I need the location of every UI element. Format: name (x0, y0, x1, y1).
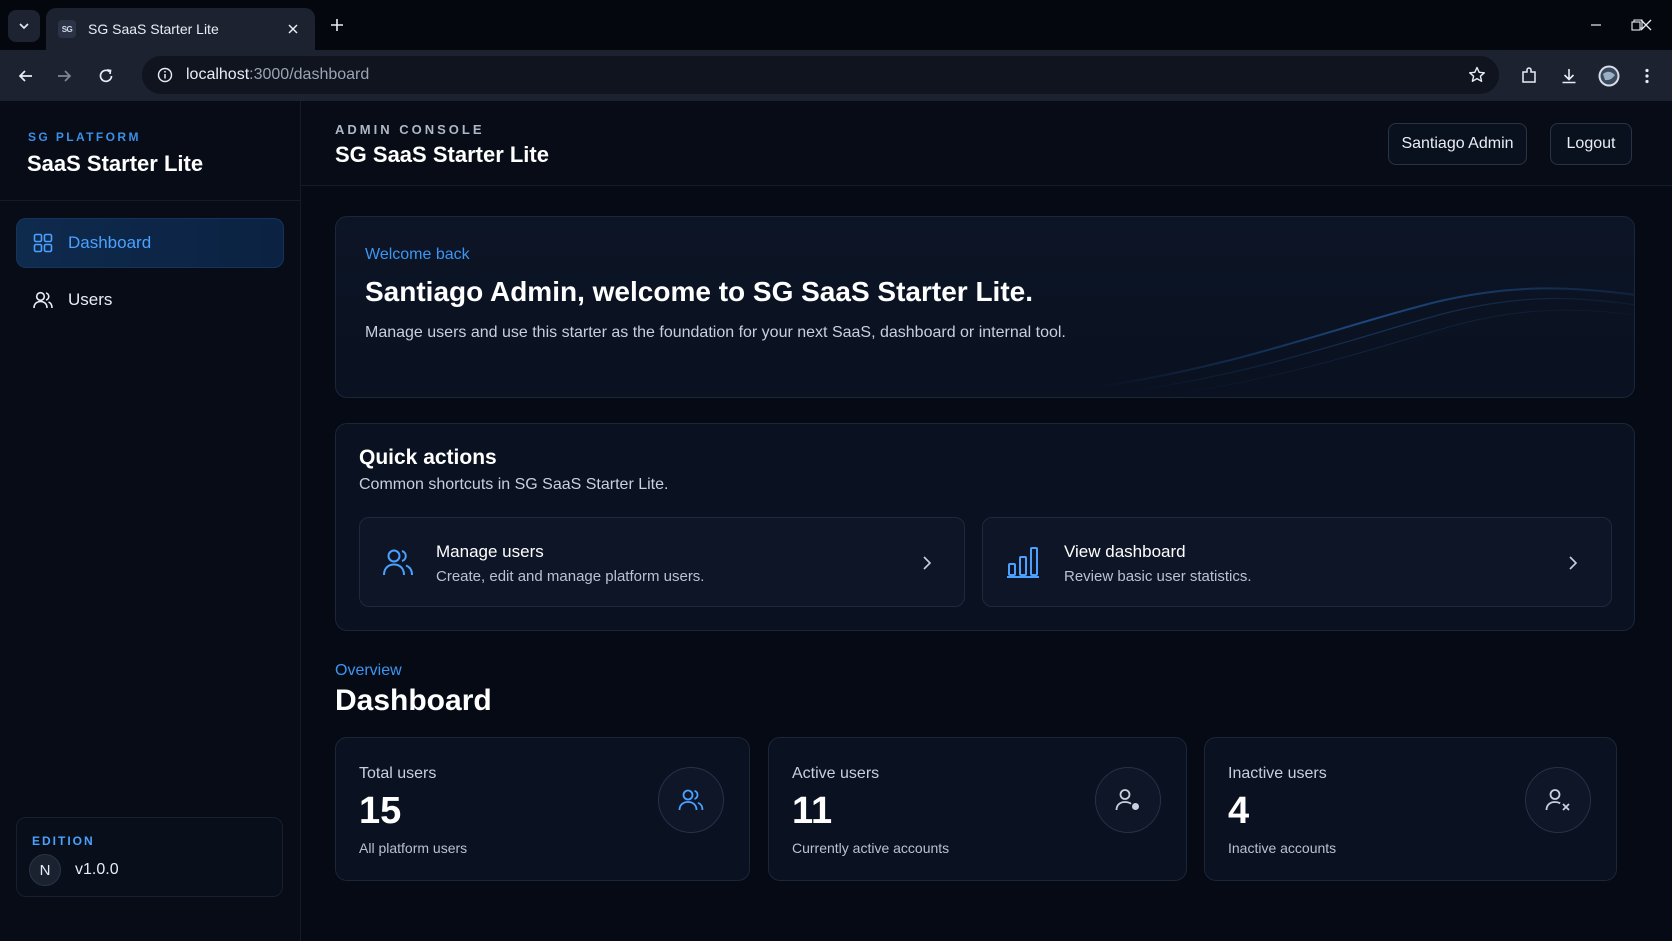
avatar: N (29, 854, 61, 886)
sidebar-item-dashboard[interactable]: Dashboard (16, 218, 284, 268)
users-icon (32, 289, 54, 311)
page-title: SG SaaS Starter Lite (335, 142, 549, 167)
quick-actions-title: Quick actions (359, 446, 497, 469)
welcome-title: Santiago Admin, welcome to SG SaaS Start… (365, 276, 1034, 307)
action-description: Create, edit and manage platform users. (436, 568, 705, 585)
overview-eyebrow: Overview (335, 662, 402, 679)
profile-avatar-button[interactable] (1596, 63, 1622, 89)
reload-button[interactable] (92, 62, 120, 90)
minimize-icon (1591, 24, 1601, 26)
stat-value: 11 (792, 790, 833, 832)
brand-name: SaaS Starter Lite (27, 151, 204, 176)
topbar-eyebrow: ADMIN CONSOLE (335, 122, 485, 137)
chevron-right-icon (1569, 556, 1578, 570)
stat-subtext: All platform users (359, 840, 468, 856)
arrow-right-icon (58, 70, 72, 82)
stat-label: Inactive users (1228, 765, 1327, 782)
action-title: Manage users (436, 542, 544, 561)
grid-icon (32, 232, 54, 254)
close-window-button[interactable] (1633, 14, 1659, 36)
download-icon (1562, 69, 1576, 84)
sidebar-brand: SG PLATFORM SaaS Starter Lite (0, 101, 300, 201)
quick-actions-card: Quick actions Common shortcuts in SG Saa… (335, 423, 1635, 631)
extensions-button[interactable] (1516, 63, 1542, 89)
stat-card-active-users: Active users 11 Currently active account… (768, 737, 1187, 881)
main-content: Welcome back Santiago Admin, welcome to … (301, 187, 1672, 941)
close-icon (288, 24, 298, 34)
more-vertical-icon (1645, 68, 1649, 84)
bookmark-star-icon[interactable] (1467, 65, 1487, 85)
edition-version: v1.0.0 (75, 861, 119, 878)
action-description: Review basic user statistics. (1064, 568, 1252, 585)
welcome-description: Manage users and use this starter as the… (365, 324, 1066, 341)
browser-toolbar: localhost:3000/dashboard (0, 50, 1672, 101)
user-menu-button[interactable]: Santiago Admin (1388, 123, 1527, 165)
stat-card-inactive-users: Inactive users 4 Inactive accounts (1204, 737, 1617, 881)
action-title: View dashboard (1064, 542, 1186, 561)
puzzle-icon (1522, 67, 1536, 83)
user-active-icon (1095, 767, 1161, 833)
stat-subtext: Currently active accounts (792, 840, 950, 856)
users-icon (658, 767, 724, 833)
back-button[interactable] (12, 62, 40, 90)
forward-button[interactable] (50, 62, 78, 90)
plus-icon (331, 19, 343, 31)
section-title: Dashboard (335, 684, 492, 717)
tab-search-button[interactable] (8, 10, 40, 42)
welcome-card: Welcome back Santiago Admin, welcome to … (335, 216, 1635, 398)
tab-title: SG SaaS Starter Lite (88, 21, 219, 37)
brand-eyebrow: SG PLATFORM (28, 130, 141, 144)
site-info-icon[interactable] (156, 66, 174, 84)
url-path: :3000/dashboard (249, 66, 370, 83)
close-icon (1640, 19, 1652, 31)
topbar: ADMIN CONSOLE SG SaaS Starter Lite Santi… (301, 101, 1672, 186)
arrow-left-icon (18, 70, 32, 82)
address-bar[interactable]: localhost:3000/dashboard (142, 56, 1499, 94)
tab-close-button[interactable] (283, 19, 303, 39)
app-root: SG PLATFORM SaaS Starter Lite Dashboard … (0, 101, 1672, 941)
stat-label: Total users (359, 765, 437, 782)
browser-tab[interactable]: SG SG SaaS Starter Lite (46, 8, 315, 50)
new-tab-button[interactable] (326, 14, 348, 36)
downloads-button[interactable] (1556, 63, 1582, 89)
profile-icon (1598, 65, 1620, 87)
user-x-icon (1525, 767, 1591, 833)
sidebar: SG PLATFORM SaaS Starter Lite Dashboard … (0, 101, 301, 941)
url-host: localhost (186, 66, 250, 83)
minimize-button[interactable] (1585, 14, 1607, 36)
bar-chart-icon (1007, 547, 1039, 578)
users-icon (383, 549, 413, 576)
quick-actions-description: Common shortcuts in SG SaaS Starter Lite… (359, 476, 669, 493)
sidebar-item-label: Dashboard (68, 233, 152, 252)
tab-favicon: SG (58, 20, 76, 38)
browser-tabstrip: SG SG SaaS Starter Lite (0, 0, 1672, 50)
welcome-eyebrow: Welcome back (365, 246, 470, 263)
edition-eyebrow: EDITION (32, 834, 95, 848)
reload-icon (99, 69, 113, 83)
manage-users-action[interactable]: Manage users Create, edit and manage pla… (359, 517, 965, 607)
sidebar-item-users[interactable]: Users (16, 275, 284, 325)
stat-value: 4 (1228, 790, 1250, 832)
url-text: localhost:3000/dashboard (186, 66, 369, 84)
chevron-right-icon (923, 556, 932, 570)
logout-button[interactable]: Logout (1550, 123, 1632, 165)
chevron-down-icon (19, 23, 29, 30)
stat-subtext: Inactive accounts (1228, 840, 1337, 856)
sidebar-item-label: Users (68, 290, 113, 309)
stat-value: 15 (359, 790, 402, 832)
stat-card-total-users: Total users 15 All platform users (335, 737, 750, 881)
stat-label: Active users (792, 765, 880, 782)
view-dashboard-action[interactable]: View dashboard Review basic user statist… (982, 517, 1612, 607)
browser-menu-button[interactable] (1634, 63, 1660, 89)
edition-panel: EDITION N v1.0.0 (16, 817, 283, 897)
